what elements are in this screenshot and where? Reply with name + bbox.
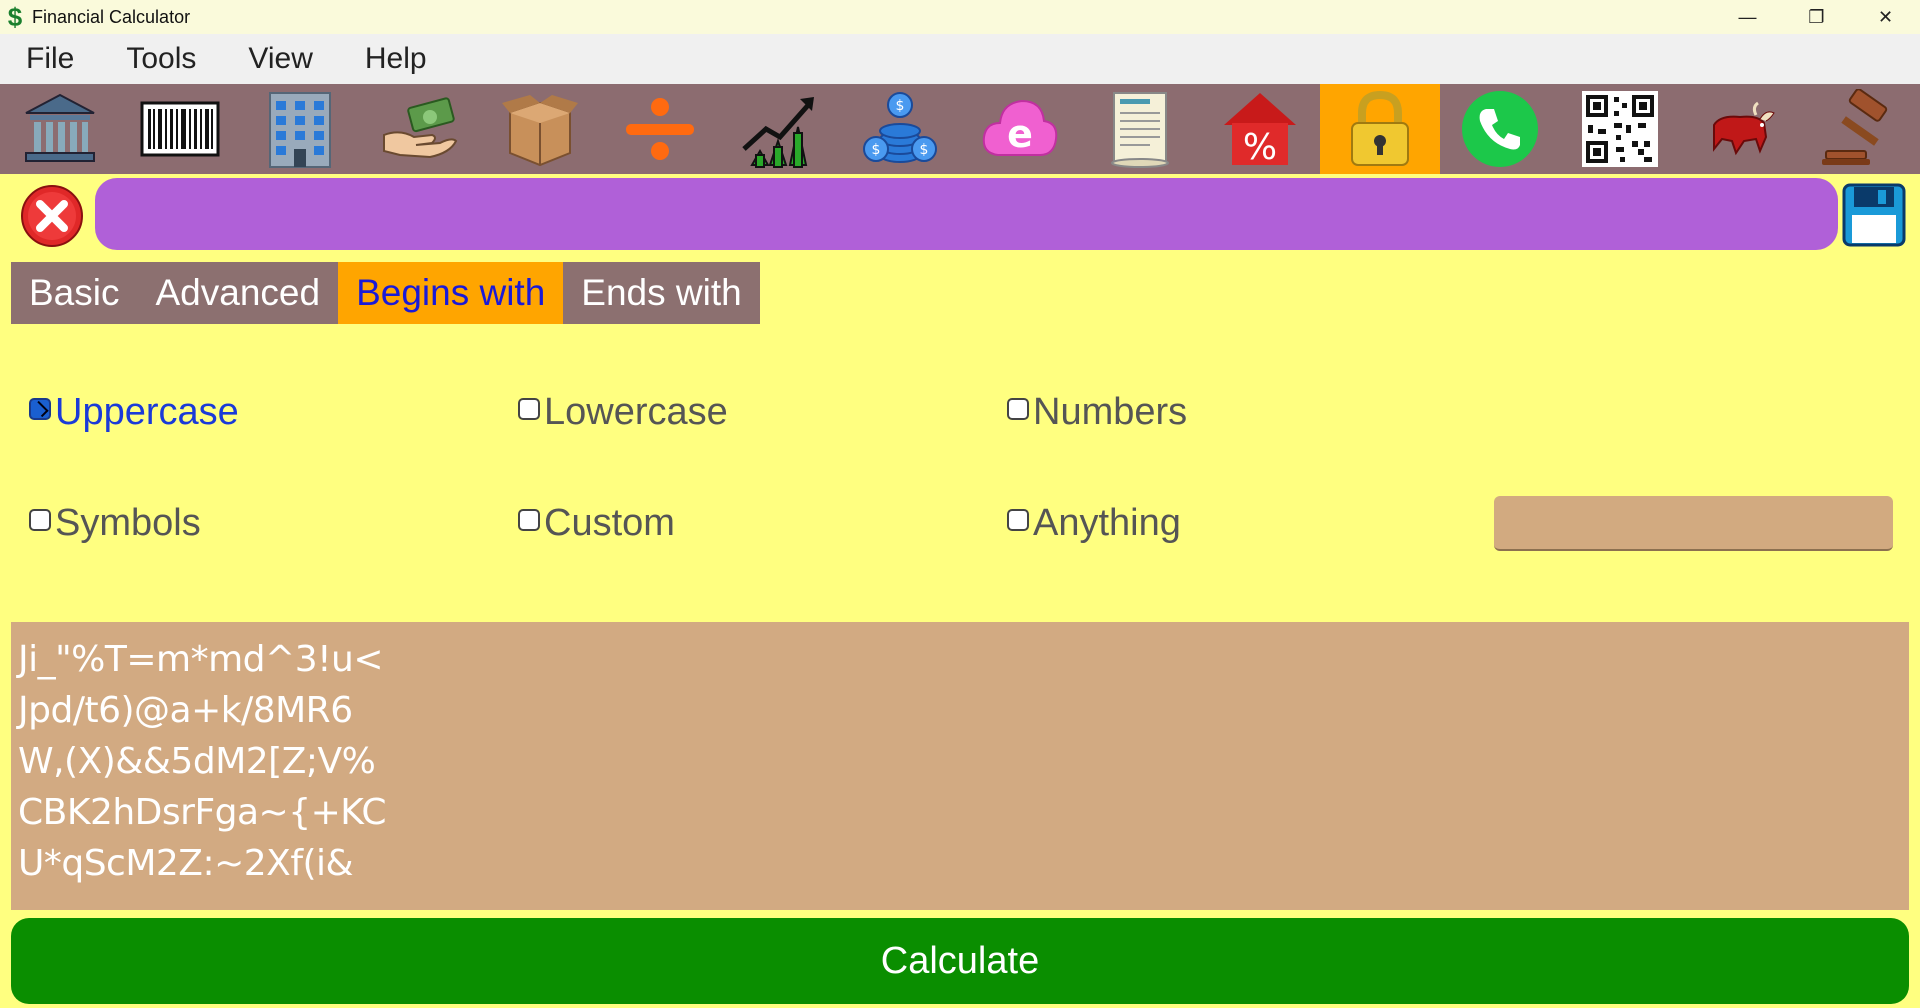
symbols-checkbox[interactable] xyxy=(29,508,51,531)
tab-advanced[interactable]: Advanced xyxy=(137,262,339,324)
uppercase-label: Uppercase xyxy=(55,391,239,433)
toolbar: $ $ $ e % xyxy=(0,84,1920,174)
svg-text:e: e xyxy=(1007,112,1033,156)
tool-divide[interactable] xyxy=(600,84,720,174)
lowercase-checkbox[interactable] xyxy=(518,397,540,420)
tool-bank[interactable] xyxy=(0,84,120,174)
phone-icon xyxy=(1462,91,1538,167)
menu-file[interactable]: File xyxy=(26,42,74,76)
tool-box[interactable] xyxy=(480,84,600,174)
tool-growth-chart[interactable] xyxy=(720,84,840,174)
output-line: Jpd/t6)@a+k/8MR6 xyxy=(18,690,353,731)
title-bar: $ Financial Calculator — ❐ ✕ xyxy=(0,0,1920,34)
symbols-option[interactable]: Symbols xyxy=(29,502,201,545)
percent-house-icon: % xyxy=(1224,93,1296,168)
tool-building[interactable] xyxy=(240,84,360,174)
tool-coins[interactable]: $ $ $ xyxy=(840,84,960,174)
svg-text:$: $ xyxy=(920,142,929,158)
tab-basic[interactable]: Basic xyxy=(11,262,138,324)
calculate-button[interactable]: Calculate xyxy=(11,918,1909,1004)
clear-icon[interactable] xyxy=(20,184,84,248)
coins-icon: $ $ $ xyxy=(863,92,937,163)
tool-bull[interactable] xyxy=(1680,84,1800,174)
tool-percent-house[interactable]: % xyxy=(1200,84,1320,174)
tab-bar: Basic Advanced Begins with Ends with xyxy=(11,262,760,324)
tab-begins-with[interactable]: Begins with xyxy=(338,262,564,324)
gavel-icon xyxy=(1822,89,1888,165)
tool-money-hand[interactable] xyxy=(360,84,480,174)
numbers-label: Numbers xyxy=(1033,391,1188,433)
lowercase-option[interactable]: Lowercase xyxy=(518,391,728,434)
document-scroll-icon xyxy=(1111,92,1169,168)
restore-button[interactable]: ❐ xyxy=(1782,0,1851,34)
output-line: Ji_"%T=m*md^3!u< xyxy=(18,639,384,680)
text-input-bar[interactable] xyxy=(95,178,1838,250)
custom-checkbox[interactable] xyxy=(518,508,540,531)
tool-internet-cloud[interactable]: e xyxy=(960,84,1080,174)
menu-help[interactable]: Help xyxy=(365,42,427,76)
result-output[interactable]: Ji_"%T=m*md^3!u< Jpd/t6)@a+k/8MR6 W,(X)&… xyxy=(11,622,1909,910)
barcode-icon xyxy=(140,101,220,157)
tool-document[interactable] xyxy=(1080,84,1200,174)
menu-view[interactable]: View xyxy=(248,42,312,76)
box-icon xyxy=(502,95,578,167)
tool-qr-code[interactable] xyxy=(1560,84,1680,174)
uppercase-checkbox[interactable] xyxy=(29,397,51,420)
bull-icon xyxy=(1713,101,1775,156)
anything-label: Anything xyxy=(1033,502,1181,544)
lowercase-label: Lowercase xyxy=(544,391,728,433)
tool-gavel[interactable] xyxy=(1800,84,1920,174)
svg-text:%: % xyxy=(1243,127,1277,168)
building-icon xyxy=(269,92,331,168)
menu-tools[interactable]: Tools xyxy=(126,42,196,76)
svg-text:$: $ xyxy=(872,142,881,158)
anything-checkbox[interactable] xyxy=(1007,508,1029,531)
custom-option[interactable]: Custom xyxy=(518,502,675,545)
numbers-checkbox[interactable] xyxy=(1007,397,1029,420)
growth-chart-icon xyxy=(742,97,814,168)
qr-code-icon xyxy=(1582,91,1658,167)
divide-icon xyxy=(626,98,694,160)
close-window-button[interactable]: ✕ xyxy=(1851,0,1920,34)
uppercase-option[interactable]: Uppercase xyxy=(29,391,239,434)
tab-ends-with[interactable]: Ends with xyxy=(563,262,760,324)
padlock-icon xyxy=(1351,90,1409,166)
symbols-label: Symbols xyxy=(55,502,201,544)
anything-option[interactable]: Anything xyxy=(1007,502,1181,545)
tool-phone[interactable] xyxy=(1440,84,1560,174)
tool-barcode[interactable] xyxy=(120,84,240,174)
minimize-button[interactable]: — xyxy=(1713,0,1782,34)
output-line: CBK2hDsrFga~{+KC xyxy=(18,792,387,833)
numbers-option[interactable]: Numbers xyxy=(1007,391,1187,434)
output-line: W,(X)&&5dM2[Z;V% xyxy=(18,741,376,782)
svg-text:$: $ xyxy=(896,98,905,114)
menu-bar: File Tools View Help xyxy=(0,34,1920,84)
internet-cloud-icon: e xyxy=(982,99,1058,156)
custom-characters-input[interactable] xyxy=(1494,496,1893,551)
save-icon[interactable] xyxy=(1842,183,1906,247)
bank-icon xyxy=(25,93,95,162)
window-title: Financial Calculator xyxy=(32,6,191,27)
tool-padlock[interactable] xyxy=(1320,84,1440,174)
money-hand-icon xyxy=(383,97,458,159)
dollar-app-icon: $ xyxy=(7,1,23,32)
custom-label: Custom xyxy=(544,502,675,544)
output-line: U*qScM2Z:~2Xf(i& xyxy=(18,843,354,884)
